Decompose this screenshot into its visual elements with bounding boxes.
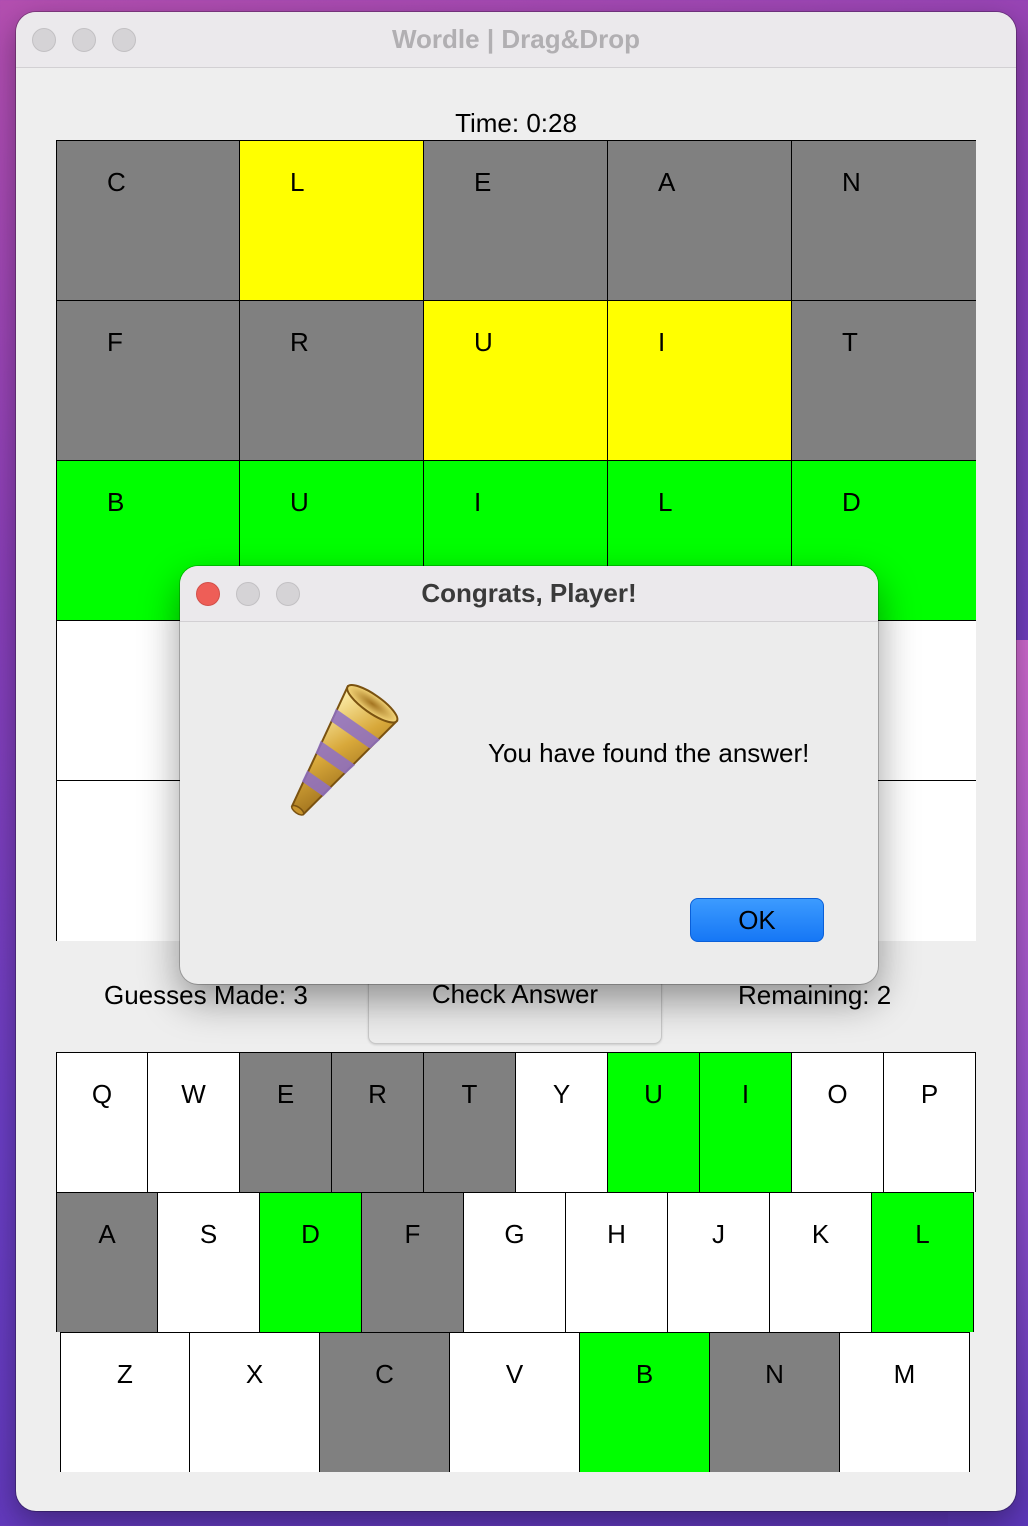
keyboard-key-f[interactable]: F bbox=[362, 1192, 464, 1332]
keyboard-key-label: T bbox=[461, 1079, 478, 1109]
keyboard-key-label: A bbox=[98, 1219, 116, 1249]
dialog-titlebar[interactable]: Congrats, Player! bbox=[180, 566, 878, 622]
board-cell-letter: T bbox=[842, 327, 858, 357]
keyboard-key-label: V bbox=[505, 1359, 524, 1389]
keyboard-key-label: Q bbox=[91, 1079, 113, 1109]
board-cell-letter: C bbox=[107, 167, 126, 197]
board-cell-letter: I bbox=[474, 487, 482, 517]
board-cell-letter: U bbox=[290, 487, 309, 517]
guesses-made-label: Guesses Made: 3 bbox=[104, 980, 308, 1010]
keyboard-key-label: P bbox=[920, 1079, 939, 1109]
board-cell[interactable]: R bbox=[240, 301, 424, 461]
board-cell-letter: A bbox=[658, 167, 676, 197]
board-cell-letter: L bbox=[290, 167, 305, 197]
keyboard-key-label: K bbox=[811, 1219, 830, 1249]
board-cell[interactable]: N bbox=[792, 141, 976, 301]
keyboard-key-label: G bbox=[504, 1219, 525, 1249]
ok-button[interactable]: OK bbox=[690, 898, 824, 942]
keyboard-key-label: N bbox=[765, 1359, 784, 1389]
board-cell-letter: N bbox=[842, 167, 861, 197]
keyboard-key-label: F bbox=[404, 1219, 421, 1249]
keyboard-key-i[interactable]: I bbox=[700, 1052, 792, 1192]
keyboard-key-label: Y bbox=[552, 1079, 571, 1109]
keyboard-key-z[interactable]: Z bbox=[60, 1332, 190, 1472]
keyboard-key-x[interactable]: X bbox=[190, 1332, 320, 1472]
window-titlebar[interactable]: Wordle | Drag&Drop bbox=[16, 12, 1016, 68]
keyboard-key-label: S bbox=[199, 1219, 218, 1249]
keyboard-key-label: H bbox=[607, 1219, 626, 1249]
keyboard-key-label: M bbox=[893, 1359, 916, 1389]
keyboard-key-m[interactable]: M bbox=[840, 1332, 970, 1472]
keyboard-key-j[interactable]: J bbox=[668, 1192, 770, 1332]
keyboard-key-label: Z bbox=[117, 1359, 133, 1389]
keyboard-key-label: J bbox=[712, 1219, 725, 1249]
keyboard-key-label: D bbox=[301, 1219, 320, 1249]
keyboard-row-3: ZXCVBNM bbox=[60, 1332, 970, 1472]
congrats-dialog: Congrats, Player! You have found the ans… bbox=[180, 566, 878, 984]
keyboard-key-k[interactable]: K bbox=[770, 1192, 872, 1332]
keyboard-key-n[interactable]: N bbox=[710, 1332, 840, 1472]
keyboard-key-d[interactable]: D bbox=[260, 1192, 362, 1332]
keyboard-key-s[interactable]: S bbox=[158, 1192, 260, 1332]
board-cell-letter: B bbox=[107, 487, 125, 517]
keyboard-key-g[interactable]: G bbox=[464, 1192, 566, 1332]
keyboard-key-v[interactable]: V bbox=[450, 1332, 580, 1472]
board-cell[interactable]: I bbox=[608, 301, 792, 461]
board-cell[interactable]: U bbox=[424, 301, 608, 461]
board-cell[interactable]: T bbox=[792, 301, 976, 461]
board-cell-letter: L bbox=[658, 487, 673, 517]
window-title: Wordle | Drag&Drop bbox=[391, 24, 641, 54]
keyboard-key-label: X bbox=[245, 1359, 264, 1389]
board-cell[interactable]: L bbox=[240, 141, 424, 301]
keyboard-key-label: I bbox=[741, 1079, 750, 1109]
board-cell-letter: I bbox=[658, 327, 666, 357]
board-cell[interactable]: F bbox=[56, 301, 240, 461]
party-horn-icon bbox=[290, 684, 399, 816]
dialog-message: You have found the answer! bbox=[488, 738, 810, 768]
board-cell[interactable]: C bbox=[56, 141, 240, 301]
keyboard-key-b[interactable]: B bbox=[580, 1332, 710, 1472]
keyboard-key-label: C bbox=[375, 1359, 394, 1389]
board-cell[interactable]: E bbox=[424, 141, 608, 301]
remaining-label: Remaining: 2 bbox=[738, 980, 892, 1010]
keyboard-key-r[interactable]: R bbox=[332, 1052, 424, 1192]
keyboard-key-p[interactable]: P bbox=[884, 1052, 976, 1192]
keyboard-key-label: B bbox=[635, 1359, 654, 1389]
keyboard-key-label: U bbox=[644, 1079, 663, 1109]
keyboard-key-e[interactable]: E bbox=[240, 1052, 332, 1192]
keyboard-key-label: E bbox=[276, 1079, 295, 1109]
keyboard-key-u[interactable]: U bbox=[608, 1052, 700, 1192]
keyboard-key-o[interactable]: O bbox=[792, 1052, 884, 1192]
keyboard-key-h[interactable]: H bbox=[566, 1192, 668, 1332]
board-cell-letter: R bbox=[290, 327, 309, 357]
board-cell-letter: F bbox=[107, 327, 123, 357]
keyboard-key-l[interactable]: L bbox=[872, 1192, 974, 1332]
keyboard-key-a[interactable]: A bbox=[56, 1192, 158, 1332]
keyboard-key-label: R bbox=[368, 1079, 387, 1109]
keyboard-key-label: W bbox=[181, 1079, 206, 1109]
keyboard-key-y[interactable]: Y bbox=[516, 1052, 608, 1192]
timer-label: Time: 0:28 bbox=[455, 108, 577, 138]
keyboard-key-q[interactable]: Q bbox=[56, 1052, 148, 1192]
keyboard-key-c[interactable]: C bbox=[320, 1332, 450, 1472]
keyboard-key-t[interactable]: T bbox=[424, 1052, 516, 1192]
keyboard-row-2: ASDFGHJKL bbox=[56, 1192, 974, 1332]
keyboard-key-w[interactable]: W bbox=[148, 1052, 240, 1192]
board-cell-letter: D bbox=[842, 487, 861, 517]
keyboard-row-1: QWERTYUIOP bbox=[56, 1052, 976, 1192]
dialog-title: Congrats, Player! bbox=[421, 578, 637, 608]
board-cell[interactable]: A bbox=[608, 141, 792, 301]
board-cell-letter: E bbox=[474, 167, 492, 197]
board-cell-letter: U bbox=[474, 327, 493, 357]
keyboard-key-label: L bbox=[915, 1219, 930, 1249]
keyboard-key-label: O bbox=[827, 1079, 848, 1109]
